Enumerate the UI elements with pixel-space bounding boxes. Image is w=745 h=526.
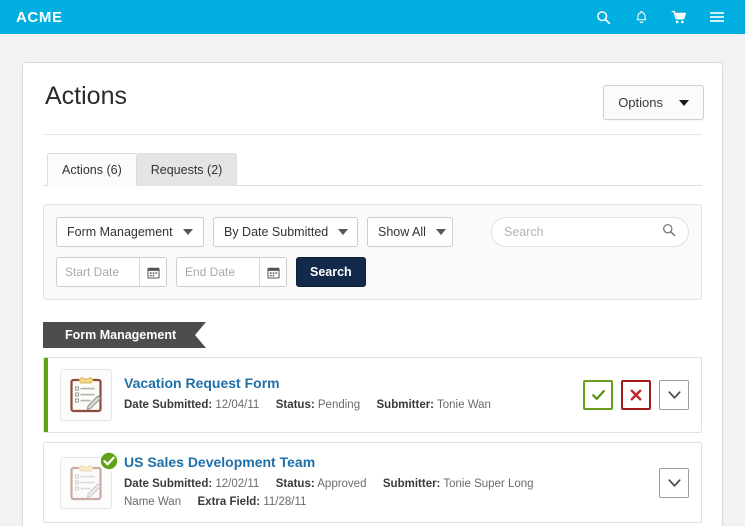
list-item[interactable]: US Sales Development Team Date Submitted… — [43, 442, 702, 524]
list-item-meta: Date Submitted: 12/02/11 Status: Approve… — [124, 476, 649, 512]
section-ribbon-wrap: Form Management — [43, 322, 702, 348]
tab-actions[interactable]: Actions (6) — [47, 153, 137, 186]
search-field[interactable] — [491, 217, 689, 247]
status-accent-bar — [44, 358, 48, 432]
date-submitted-label: Date Submitted: — [124, 477, 213, 490]
panel-header: Actions Options — [41, 63, 704, 134]
search-icon[interactable] — [662, 223, 676, 242]
submitter-value: Tonie Wan — [437, 398, 491, 411]
approve-button[interactable] — [583, 380, 613, 410]
status-value: Pending — [317, 398, 361, 411]
section-ribbon: Form Management — [43, 322, 207, 348]
expand-button[interactable] — [659, 380, 689, 410]
expand-button[interactable] — [659, 467, 689, 498]
list-item-meta: Date Submitted: 12/04/11 Status: Pending… — [124, 397, 573, 415]
submitter-value: Tonie Super Long — [443, 477, 534, 490]
status-value: Approved — [317, 477, 367, 490]
hamburger-menu-icon[interactable] — [709, 9, 725, 25]
list-item-actions — [659, 467, 689, 498]
topbar-icon-group — [595, 9, 729, 25]
date-submitted-value: 12/02/11 — [215, 477, 260, 490]
date-submitted-value: 12/04/11 — [215, 398, 260, 411]
category-select-value: Form Management — [67, 225, 173, 239]
list-item-title[interactable]: Vacation Request Form — [124, 375, 573, 392]
list-item[interactable]: Vacation Request Form Date Submitted: 12… — [43, 357, 702, 433]
status-label: Status: — [275, 477, 315, 490]
brand-logo[interactable]: ACME — [16, 9, 63, 26]
status-label: Status: — [275, 398, 315, 411]
options-button[interactable]: Options — [603, 85, 704, 120]
cart-icon[interactable] — [671, 9, 687, 25]
options-button-label: Options — [618, 95, 663, 110]
chevron-down-icon — [435, 229, 446, 235]
show-select[interactable]: Show All — [367, 217, 453, 247]
actions-panel: Actions Options Actions (6) Requests (2)… — [22, 62, 723, 526]
start-date-input[interactable] — [57, 258, 139, 286]
tab-bar: Actions (6) Requests (2) — [43, 135, 702, 186]
approved-badge-icon — [99, 450, 119, 471]
tab-requests[interactable]: Requests (2) — [135, 153, 238, 186]
form-icon — [60, 450, 119, 509]
filter-panel: Form Management By Date Submitted Show A… — [43, 204, 702, 300]
filter-row-dates: Search — [56, 257, 689, 287]
submitter-label: Submitter: — [376, 398, 435, 411]
status-accent-bar — [44, 443, 48, 522]
list-item-body: US Sales Development Team Date Submitted… — [124, 454, 649, 511]
submitter-label: Submitter: — [382, 477, 441, 490]
search-input[interactable] — [504, 225, 662, 239]
date-submitted-label: Date Submitted: — [124, 398, 213, 411]
search-icon[interactable] — [595, 9, 611, 25]
sort-select[interactable]: By Date Submitted — [213, 217, 358, 247]
chevron-down-icon — [338, 229, 349, 235]
form-icon — [60, 369, 112, 421]
extra-field-value: 11/28/11 — [263, 495, 307, 508]
list-item-title[interactable]: US Sales Development Team — [124, 454, 649, 471]
end-date-field[interactable] — [176, 257, 287, 287]
list-item-body: Vacation Request Form Date Submitted: 12… — [124, 375, 573, 415]
bell-icon[interactable] — [633, 9, 649, 25]
calendar-icon[interactable] — [259, 258, 286, 286]
reject-button[interactable] — [621, 380, 651, 410]
page-container: Actions Options Actions (6) Requests (2)… — [0, 34, 745, 526]
top-navigation-bar: ACME — [0, 0, 745, 34]
calendar-icon[interactable] — [139, 258, 166, 286]
start-date-field[interactable] — [56, 257, 167, 287]
actions-list: Vacation Request Form Date Submitted: 12… — [43, 357, 702, 526]
sort-select-value: By Date Submitted — [224, 225, 329, 239]
show-select-value: Show All — [378, 225, 426, 239]
chevron-down-icon — [183, 229, 193, 235]
category-select[interactable]: Form Management — [56, 217, 204, 247]
search-submit-button[interactable]: Search — [296, 257, 366, 287]
list-item-actions — [583, 380, 689, 410]
chevron-down-icon — [679, 99, 689, 106]
extra-field-label: Extra Field: — [197, 495, 261, 508]
end-date-input[interactable] — [177, 258, 259, 286]
submitter-value-overflow: Name Wan — [124, 495, 182, 508]
page-title: Actions — [45, 82, 127, 110]
